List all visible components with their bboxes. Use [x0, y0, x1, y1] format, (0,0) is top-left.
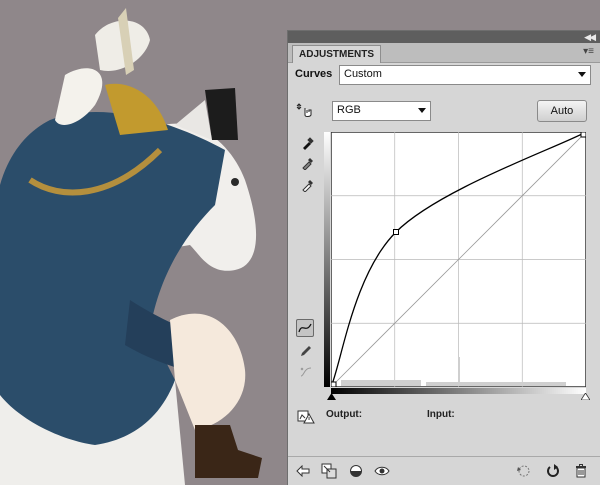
chevron-down-icon	[578, 72, 586, 77]
pencil-tool-icon[interactable]	[297, 342, 315, 360]
clip-layer-icon[interactable]	[321, 463, 337, 479]
curves-graph[interactable]	[331, 132, 586, 387]
smooth-icon[interactable]	[297, 363, 315, 381]
gray-eyedropper-icon[interactable]	[299, 154, 317, 172]
panel-title-bar: ◀◀	[288, 31, 600, 43]
output-label: Output:	[326, 409, 363, 420]
previous-state-icon[interactable]	[516, 463, 532, 479]
output-gradient-ramp	[324, 132, 330, 387]
black-point-slider[interactable]	[327, 393, 336, 400]
double-arrow-icon[interactable]: ◀◀	[584, 31, 596, 43]
curve-control-point[interactable]	[393, 229, 399, 235]
panel-menu-icon[interactable]: ▾≡	[583, 46, 594, 58]
curve-point-tool-icon[interactable]	[296, 319, 314, 337]
panel-tab-row: ADJUSTMENTS ▾≡	[288, 43, 600, 63]
white-point-slider[interactable]	[581, 393, 590, 400]
rider-photo	[0, 8, 262, 485]
eye-icon[interactable]	[374, 463, 390, 479]
tab-adjustments[interactable]: ADJUSTMENTS	[292, 45, 382, 63]
channel-dropdown[interactable]: RGB	[332, 101, 431, 121]
curve-control-point[interactable]	[331, 381, 337, 387]
on-image-adjust-icon[interactable]	[296, 101, 314, 119]
curve-control-point[interactable]	[580, 132, 586, 138]
auto-button[interactable]: Auto	[537, 100, 587, 122]
adjustment-type-label: Curves	[295, 68, 333, 80]
panel-bottom-bar	[288, 456, 600, 485]
channel-value: RGB	[337, 104, 361, 116]
clip-warning-icon[interactable]	[297, 408, 315, 426]
black-eyedropper-icon[interactable]	[299, 134, 317, 152]
back-arrow-icon[interactable]	[295, 463, 311, 479]
trash-icon[interactable]	[573, 463, 589, 479]
reset-icon[interactable]	[545, 463, 561, 479]
preset-value: Custom	[344, 68, 382, 80]
white-eyedropper-icon[interactable]	[299, 176, 317, 194]
preset-dropdown[interactable]: Custom	[339, 65, 591, 85]
chevron-down-icon	[418, 108, 426, 113]
adjustments-panel: ◀◀ ADJUSTMENTS ▾≡ Curves Custom RGB Auto	[287, 30, 600, 485]
input-gradient-ramp	[331, 388, 586, 394]
visibility-toggle-icon[interactable]	[348, 463, 364, 479]
input-label: Input:	[427, 409, 455, 420]
